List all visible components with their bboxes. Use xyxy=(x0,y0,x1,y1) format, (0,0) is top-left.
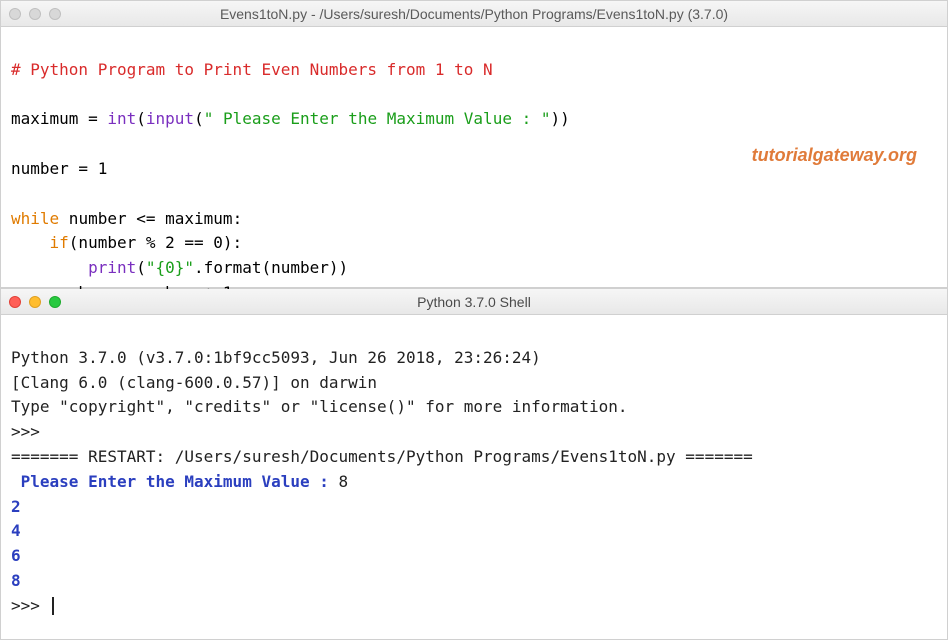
shell-prompt: >>> xyxy=(11,596,50,615)
close-icon[interactable] xyxy=(9,8,21,20)
code-op: = xyxy=(69,159,98,178)
shell-banner: [Clang 6.0 (clang-600.0.57)] on darwin xyxy=(11,373,377,392)
shell-titlebar: Python 3.7.0 Shell xyxy=(1,289,947,315)
shell-banner: Type "copyright", "credits" or "license(… xyxy=(11,397,628,416)
code-op: = xyxy=(78,109,107,128)
code-paren: )) xyxy=(550,109,569,128)
code-keyword-while: while xyxy=(11,209,59,228)
code-var: maximum xyxy=(11,109,78,128)
editor-window: Evens1toN.py - /Users/suresh/Documents/P… xyxy=(0,0,948,288)
shell-output: 8 xyxy=(11,571,21,590)
shell-output: 2 xyxy=(11,497,21,516)
code-cond: number <= maximum: xyxy=(59,209,242,228)
code-method: .format(number)) xyxy=(194,258,348,277)
code-builtin-int: int xyxy=(107,109,136,128)
code-builtin-input: input xyxy=(146,109,194,128)
minimize-icon[interactable] xyxy=(29,8,41,20)
editor-titlebar: Evens1toN.py - /Users/suresh/Documents/P… xyxy=(1,1,947,27)
maximize-icon[interactable] xyxy=(49,8,61,20)
shell-output: 4 xyxy=(11,521,21,540)
code-comment: # Python Program to Print Even Numbers f… xyxy=(11,60,493,79)
code-builtin-print: print xyxy=(88,258,136,277)
editor-traffic-lights xyxy=(9,8,61,20)
code-cond: (number % 2 == 0): xyxy=(69,233,242,252)
shell-window: Python 3.7.0 Shell Python 3.7.0 (v3.7.0:… xyxy=(0,288,948,640)
shell-banner: Python 3.7.0 (v3.7.0:1bf9cc5093, Jun 26 … xyxy=(11,348,541,367)
code-var: number xyxy=(11,159,69,178)
watermark: tutorialgateway.org xyxy=(752,142,917,170)
shell-title: Python 3.7.0 Shell xyxy=(1,294,947,310)
code-indent xyxy=(11,258,88,277)
code-paren: ( xyxy=(194,109,204,128)
shell-input-value: 8 xyxy=(339,472,349,491)
code-number: 1 xyxy=(98,159,108,178)
shell-content[interactable]: Python 3.7.0 (v3.7.0:1bf9cc5093, Jun 26 … xyxy=(1,315,947,625)
cursor-icon xyxy=(52,597,54,615)
shell-prompt: >>> xyxy=(11,422,50,441)
code-paren: ( xyxy=(136,109,146,128)
code-paren: ( xyxy=(136,258,146,277)
shell-restart: ======= RESTART: /Users/suresh/Documents… xyxy=(11,447,753,466)
shell-input-prompt: Please Enter the Maximum Value : xyxy=(11,472,339,491)
code-indent xyxy=(11,233,50,252)
editor-title: Evens1toN.py - /Users/suresh/Documents/P… xyxy=(1,6,947,22)
code-keyword-if: if xyxy=(50,233,69,252)
shell-traffic-lights xyxy=(9,296,61,308)
close-icon[interactable] xyxy=(9,296,21,308)
code-string: " Please Enter the Maximum Value : " xyxy=(204,109,551,128)
editor-content[interactable]: # Python Program to Print Even Numbers f… xyxy=(1,27,947,312)
code-string: "{0}" xyxy=(146,258,194,277)
maximize-icon[interactable] xyxy=(49,296,61,308)
minimize-icon[interactable] xyxy=(29,296,41,308)
shell-output: 6 xyxy=(11,546,21,565)
